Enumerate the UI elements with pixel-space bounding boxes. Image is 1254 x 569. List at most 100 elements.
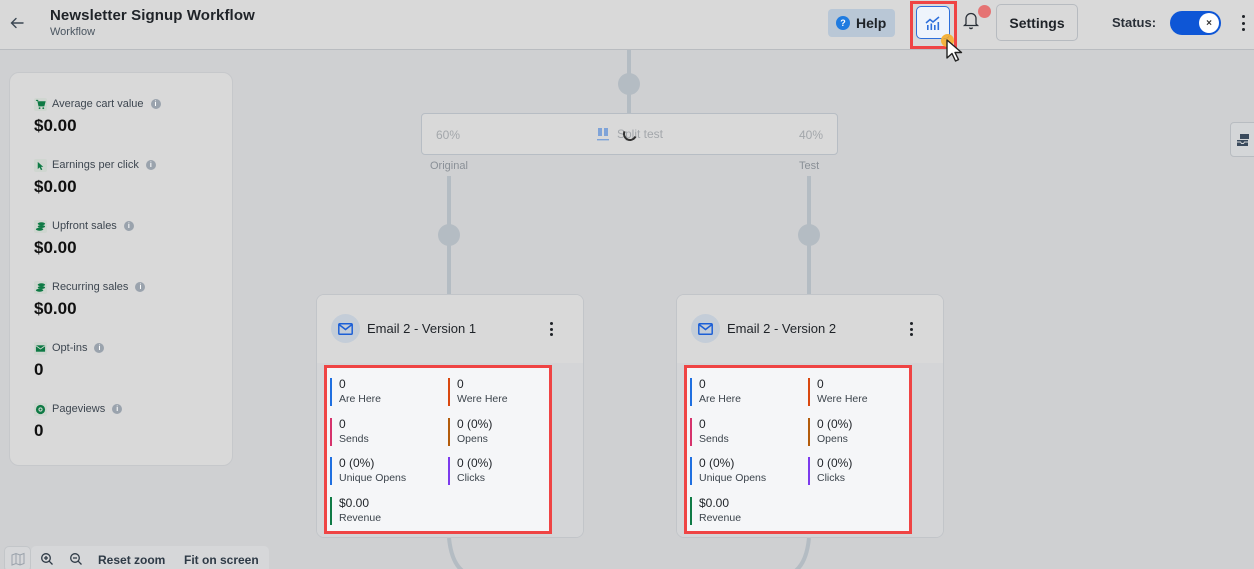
zoom-in-button[interactable] bbox=[40, 552, 54, 569]
metric-value: 0 (0%) bbox=[817, 456, 853, 470]
inbox-stack-icon bbox=[1237, 133, 1249, 146]
stat-value: $0.00 bbox=[34, 177, 77, 196]
dot bbox=[1241, 21, 1245, 25]
stat-value: $0.00 bbox=[34, 299, 77, 318]
split-left-percent: 60% bbox=[436, 128, 461, 142]
card-menu-button[interactable] bbox=[548, 321, 554, 337]
metrics-grid: 0 Are Here 0 Were Here 0 Sends 0 (0%) Opens 0 (0… bbox=[324, 365, 552, 534]
card-header: Email 2 - Version 2 bbox=[677, 295, 943, 363]
card-menu-button[interactable] bbox=[908, 321, 914, 337]
cursor-click-icon bbox=[34, 158, 47, 172]
email-card-version-1[interactable]: Email 2 - Version 1 0 Are Here 0 Were Here 0… bbox=[316, 294, 584, 538]
card-header: Email 2 - Version 1 bbox=[317, 295, 583, 363]
metric-revenue: $0.00 Revenue bbox=[690, 496, 741, 527]
card-body: 0 Are Here 0 Were Here 0 Sends 0 (0%) Opens 0 (0… bbox=[317, 363, 583, 537]
side-panel-toggle[interactable] bbox=[1230, 122, 1254, 157]
split-right-percent: 40% bbox=[798, 128, 823, 142]
help-label: Help bbox=[856, 15, 887, 31]
metric-sends: 0 Sends bbox=[690, 417, 729, 448]
eye-icon bbox=[34, 402, 47, 416]
info-icon[interactable]: i bbox=[112, 404, 123, 414]
dot bbox=[549, 327, 553, 331]
card-title: Email 2 - Version 1 bbox=[367, 321, 477, 336]
minimap-button[interactable] bbox=[4, 546, 31, 569]
envelope-icon bbox=[34, 341, 47, 355]
metric-are-here: 0 Are Here bbox=[690, 377, 741, 408]
info-icon[interactable]: i bbox=[94, 343, 105, 353]
zoom-toolbar: Reset zoom Fit on screen bbox=[31, 546, 269, 569]
connector-bottom-left bbox=[447, 537, 464, 569]
dot bbox=[1241, 15, 1245, 18]
stat-pageviews: Pageviews i 0 bbox=[34, 402, 123, 441]
metric-label: Are Here bbox=[699, 393, 742, 405]
branch-label-test: Test bbox=[799, 160, 820, 172]
envelope-icon bbox=[331, 314, 360, 343]
metric-label: Opens bbox=[817, 433, 848, 445]
stat-value: 0 bbox=[34, 360, 44, 379]
stat-label: Upfront sales bbox=[52, 220, 117, 232]
info-icon[interactable]: i bbox=[145, 160, 156, 170]
metric-label: Sends bbox=[699, 433, 729, 445]
metric-label: Were Here bbox=[817, 393, 868, 405]
more-options-button[interactable] bbox=[1238, 13, 1248, 33]
split-test-node[interactable]: 60% Split test 40% bbox=[421, 113, 838, 155]
stat-earnings-per-click: Earnings per click i $0.00 bbox=[34, 158, 156, 197]
metric-are-here: 0 Are Here bbox=[330, 377, 381, 408]
card-title: Email 2 - Version 2 bbox=[727, 321, 837, 336]
metric-label: Are Here bbox=[339, 393, 382, 405]
metric-label: Opens bbox=[457, 433, 488, 445]
help-button[interactable]: ? Help bbox=[828, 9, 895, 37]
zoom-out-icon bbox=[70, 553, 82, 565]
stats-panel: Average cart value i $0.00 Earnings per … bbox=[9, 72, 233, 466]
metric-value: 0 (0%) bbox=[457, 417, 493, 431]
metric-label: Revenue bbox=[699, 512, 742, 524]
dot bbox=[1241, 28, 1245, 31]
metric-value: $0.00 bbox=[699, 496, 730, 510]
dot bbox=[909, 327, 913, 331]
metric-value: 0 (0%) bbox=[457, 456, 493, 470]
stat-upfront-sales: Upfront sales i $0.00 bbox=[34, 219, 134, 258]
metric-value: 0 bbox=[339, 417, 346, 431]
info-icon[interactable]: i bbox=[135, 282, 146, 292]
metric-value: $0.00 bbox=[339, 496, 370, 510]
status-toggle[interactable]: × bbox=[1170, 11, 1221, 35]
metric-label: Sends bbox=[339, 433, 369, 445]
metric-revenue: $0.00 Revenue bbox=[330, 496, 381, 527]
metric-value: 0 bbox=[699, 377, 706, 391]
metric-value: 0 bbox=[817, 377, 824, 391]
stat-value: $0.00 bbox=[34, 116, 77, 135]
coins-icon bbox=[34, 280, 47, 294]
metric-value: 0 bbox=[339, 377, 346, 391]
split-test-icon bbox=[597, 128, 609, 141]
top-header: Newsletter Signup Workflow Workflow ? He… bbox=[0, 0, 1254, 50]
zoom-out-button[interactable] bbox=[69, 552, 83, 569]
page-subtitle: Workflow bbox=[50, 26, 96, 38]
stat-opt-ins: Opt-ins i 0 bbox=[34, 341, 105, 380]
stat-value: 0 bbox=[34, 421, 44, 440]
stat-average-cart-value: Average cart value i $0.00 bbox=[34, 97, 161, 136]
info-icon[interactable]: i bbox=[123, 221, 134, 231]
metric-label: Unique Opens bbox=[339, 472, 407, 484]
cart-icon bbox=[34, 97, 47, 111]
map-icon bbox=[11, 552, 24, 566]
settings-button[interactable]: Settings bbox=[996, 4, 1078, 41]
email-card-version-2[interactable]: Email 2 - Version 2 0 Are Here 0 Were Here 0… bbox=[676, 294, 944, 538]
dot bbox=[549, 322, 553, 325]
zoom-in-icon bbox=[41, 553, 53, 565]
info-icon[interactable]: i bbox=[150, 99, 161, 109]
dot bbox=[549, 333, 553, 336]
metric-sends: 0 Sends bbox=[330, 417, 369, 448]
question-icon: ? bbox=[836, 16, 850, 30]
fit-on-screen-button[interactable]: Fit on screen bbox=[184, 553, 259, 567]
close-icon: × bbox=[1199, 13, 1219, 33]
metric-were-here: 0 Were Here bbox=[808, 377, 868, 408]
stat-label: Pageviews bbox=[52, 403, 106, 415]
reset-zoom-button[interactable]: Reset zoom bbox=[98, 553, 165, 567]
dot bbox=[909, 333, 913, 336]
metric-opens: 0 (0%) Opens bbox=[448, 417, 492, 448]
coins-icon bbox=[34, 219, 47, 233]
card-body: 0 Are Here 0 Were Here 0 Sends 0 (0%) Opens 0 (0… bbox=[677, 363, 943, 537]
stat-value: $0.00 bbox=[34, 238, 77, 257]
envelope-icon bbox=[691, 314, 720, 343]
back-button[interactable] bbox=[9, 13, 27, 33]
